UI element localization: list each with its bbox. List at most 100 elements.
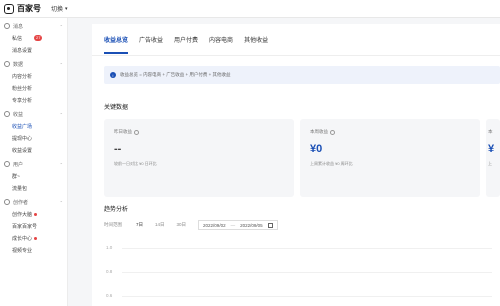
card-label-text: 昨日收益 [114,129,132,134]
tab-user-payment[interactable]: 用户付费 [174,24,198,56]
card-label: 昨日收益 [114,129,284,135]
new-dot [34,212,38,216]
group-label: 消息 [13,23,24,30]
card-week-income: 本周收益 ¥0 上周累计收益 ¥0 周环比 [300,119,480,197]
date-range-picker[interactable]: 2022/09/02 — 2022/09/05 [198,220,278,230]
item-label: 私信 [12,35,23,42]
help-icon[interactable] [330,129,335,135]
coin-icon [4,111,10,117]
y-axis-tick: 1.0 [106,245,113,250]
item-label: 成长中心 [12,235,33,242]
card-value: -- [114,143,122,155]
item-label: 收益设置 [12,147,33,154]
info-notice: i 收益总览 = 内容电商 + 广告收益 + 用户付费 + 其他收益 [104,66,500,84]
chevron-up-icon: ⌃ [59,61,63,67]
key-data-title: 关键数据 [104,105,129,111]
group-label: 用户 [13,161,24,168]
account-switcher[interactable]: 切换 ▾ [51,4,68,14]
sidebar-group-users[interactable]: 用户 ⌃ [0,158,67,170]
sidebar-item-income-square[interactable]: 收益广场 [0,120,67,132]
group-label: 收益 [13,111,24,118]
sidebar-item-creator-brain[interactable]: 创作大脑 [0,208,67,220]
sidebar-item-video-pro[interactable]: 视频专业 [0,244,67,256]
tab-income-overview[interactable]: 收益总览 [104,24,129,56]
notice-text: 收益总览 = 内容电商 + 广告收益 + 用户付费 + 其他收益 [120,72,231,77]
sidebar-item-exclusive-analysis[interactable]: 专享分析 [0,94,67,106]
item-label: 流量包 [12,185,28,192]
card-label-text: 本周收益 [310,129,328,134]
unread-badge: 27 [34,35,43,41]
chevron-down-icon: ▾ [65,5,68,12]
sidebar-item-message-settings[interactable]: 消息设置 [0,44,67,56]
filter-14d[interactable]: 14日 [155,222,165,228]
sidebar-item-growth-center[interactable]: 成长中心 [0,232,67,244]
item-label: 百家百家号 [12,223,38,230]
chart-icon [4,61,10,67]
logo-text: 百家号 [17,4,41,13]
tab-other-income[interactable]: 其他收益 [244,24,268,56]
tab-content-ecommerce[interactable]: 内容电商 [209,24,233,56]
grid-line [122,296,492,297]
sidebar-item-baijia[interactable]: 百家百家号 [0,220,67,232]
card-footer: 较前一日对比 ¥0 日环比 [114,161,157,166]
card-label: 本周收益 [310,129,470,135]
users-icon [4,161,10,167]
sidebar-group-creator[interactable]: 创作者 ⌃ [0,196,67,208]
card-value: ¥0 [310,143,323,155]
calendar-icon [267,222,273,228]
item-label: 收益广场 [12,123,33,130]
date-separator: — [230,222,236,228]
y-axis-tick: 0.6 [106,293,113,298]
sidebar-item-withdraw-center[interactable]: 提现中心 [0,132,67,144]
card-value: ¥ [488,143,495,155]
main-panel: 收益总览 广告收益 用户付费 内容电商 其他收益 i 收益总览 = 内容电商 +… [92,24,500,306]
tab-ad-income[interactable]: 广告收益 [139,24,163,56]
item-label: 创作大脑 [12,211,33,218]
sidebar-group-data[interactable]: 数据 ⌃ [0,58,67,70]
filter-7d[interactable]: 7日 [136,222,143,228]
chevron-up-icon: ⌃ [59,23,63,29]
sidebar-item-income-settings[interactable]: 收益设置 [0,144,67,156]
item-label: 群~ [12,173,20,180]
item-label: 视频专业 [12,247,33,254]
trend-title: 趋势分析 [104,207,129,213]
item-label: 专享分析 [12,97,33,104]
sidebar-item-fans-analysis[interactable]: 粉丝分析 [0,82,67,94]
chevron-up-icon: ⌃ [59,111,63,117]
logo-icon [4,3,14,14]
filter-30d[interactable]: 30日 [177,222,187,228]
sidebar-item-traffic-pack[interactable]: 流量包 [0,182,67,194]
grid-line [122,272,492,273]
tab-bar: 收益总览 广告收益 用户付费 内容电商 其他收益 [92,24,500,56]
help-icon[interactable] [134,129,139,135]
top-bar: 百家号 切换 ▾ [0,0,500,18]
card-yesterday-income: 昨日收益 -- 较前一日对比 ¥0 日环比 [104,119,294,197]
item-label: 粉丝分析 [12,85,33,92]
chevron-up-icon: ⌃ [59,161,63,167]
group-label: 数据 [13,61,24,68]
sidebar-group-messages[interactable]: 消息 ⌃ [0,20,67,32]
sidebar-item-content-analysis[interactable]: 内容分析 [0,70,67,82]
info-icon: i [110,72,116,78]
bell-icon [4,23,10,29]
filter-label: 时间范围 [104,222,122,227]
account-label: 切换 [51,7,64,13]
star-icon [4,199,10,205]
y-axis-tick: 0.8 [106,269,113,274]
item-label: 提现中心 [12,135,33,142]
start-date: 2022/09/02 [203,222,226,228]
group-label: 创作者 [13,199,29,206]
grid-line [122,248,492,249]
card-month-income: 本 ¥ 上 [486,119,500,197]
item-label: 内容分析 [12,73,33,80]
card-label: 本 [488,129,493,134]
card-footer: 上 [488,161,492,166]
sidebar: 消息 ⌃ 私信 27 消息设置 数据 ⌃ 内容分析 粉丝分析 专享分析 收益 ⌃… [0,18,68,306]
end-date: 2022/09/05 [240,222,263,228]
new-dot [34,236,38,240]
chevron-up-icon: ⌃ [59,199,63,205]
card-footer: 上周累计收益 ¥0 周环比 [310,161,353,166]
sidebar-item-group[interactable]: 群~ [0,170,67,182]
sidebar-item-private-message[interactable]: 私信 27 [0,32,67,44]
sidebar-group-income[interactable]: 收益 ⌃ [0,108,67,120]
